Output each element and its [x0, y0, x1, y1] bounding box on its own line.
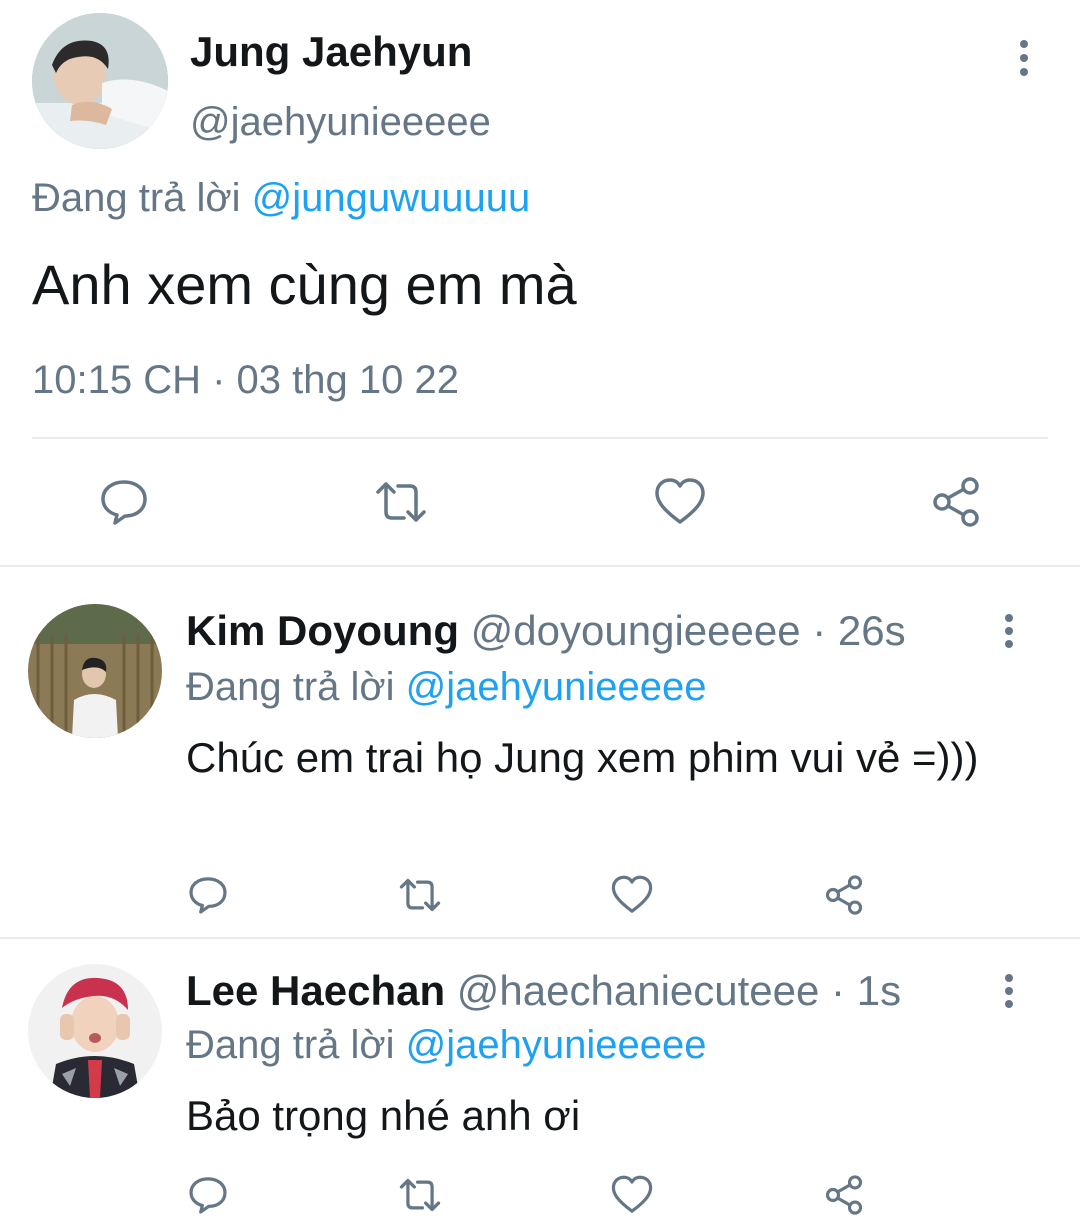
avatar-photo: [32, 13, 168, 149]
reply-header: Lee Haechan @haechaniecuteee · 1s: [186, 967, 901, 1015]
separator: ·: [831, 967, 846, 1014]
author-name[interactable]: Lee Haechan: [186, 967, 445, 1014]
avatar-photo: [28, 604, 162, 738]
share-icon[interactable]: [818, 1171, 870, 1219]
reply-age: 1s: [856, 967, 902, 1014]
like-icon[interactable]: [606, 871, 658, 919]
retweet-icon[interactable]: [368, 474, 434, 530]
like-icon[interactable]: [606, 1171, 658, 1219]
more-vertical-icon[interactable]: [1012, 38, 1036, 78]
reply-age: 26s: [837, 607, 906, 654]
avatar[interactable]: [28, 604, 162, 738]
separator: ·: [812, 607, 827, 654]
replying-to-mention[interactable]: @jaehyunieeeee: [406, 1023, 707, 1067]
reply-text: Bảo trọng nhé anh ơi: [186, 1092, 581, 1139]
reply-icon[interactable]: [184, 1171, 232, 1219]
author-name[interactable]: Jung Jaehyun: [190, 28, 472, 76]
author-handle[interactable]: @doyoungieeeee: [471, 607, 801, 654]
share-icon[interactable]: [926, 474, 986, 530]
reply-text: Chúc em trai họ Jung xem phim vui vẻ =))…: [186, 734, 979, 781]
tweet-text: Anh xem cùng em mà: [32, 253, 577, 316]
more-vertical-icon[interactable]: [998, 613, 1020, 649]
main-tweet: Jung Jaehyun @jaehyunieeeee Đang trả lời…: [0, 0, 1080, 566]
avatar-photo: [28, 964, 162, 1098]
reply-icon[interactable]: [92, 474, 156, 530]
avatar[interactable]: [32, 13, 168, 149]
reply-icon[interactable]: [184, 871, 232, 919]
avatar[interactable]: [28, 964, 162, 1098]
reply-tweet[interactable]: Kim Doyoung @doyoungieeeee · 26s Đang tr…: [0, 567, 1080, 937]
reply-header: Kim Doyoung @doyoungieeeee · 26s: [186, 607, 906, 655]
more-vertical-icon[interactable]: [998, 973, 1020, 1009]
reply-tweet[interactable]: Lee Haechan @haechaniecuteee · 1s Đang t…: [0, 939, 1080, 1230]
replying-to-mention[interactable]: @jaehyunieeeee: [406, 665, 707, 709]
replying-to-mention[interactable]: @junguwuuuuu: [252, 176, 531, 220]
replying-to: Đang trả lời @junguwuuuuu: [32, 176, 530, 221]
replying-prefix: Đang trả lời: [186, 1023, 395, 1067]
author-handle[interactable]: @jaehyunieeeee: [190, 100, 491, 145]
share-icon[interactable]: [818, 871, 870, 919]
tweet-timestamp: 10:15 CH · 03 thg 10 22: [32, 358, 459, 402]
replying-prefix: Đang trả lời: [32, 176, 241, 220]
retweet-icon[interactable]: [392, 1171, 448, 1219]
divider: [32, 437, 1048, 439]
replying-to: Đang trả lời @jaehyunieeeee: [186, 665, 707, 710]
retweet-icon[interactable]: [392, 871, 448, 919]
author-name[interactable]: Kim Doyoung: [186, 607, 459, 654]
author-handle[interactable]: @haechaniecuteee: [457, 967, 820, 1014]
replying-to: Đang trả lời @jaehyunieeeee: [186, 1023, 707, 1068]
replying-prefix: Đang trả lời: [186, 665, 395, 709]
like-icon[interactable]: [650, 474, 710, 530]
